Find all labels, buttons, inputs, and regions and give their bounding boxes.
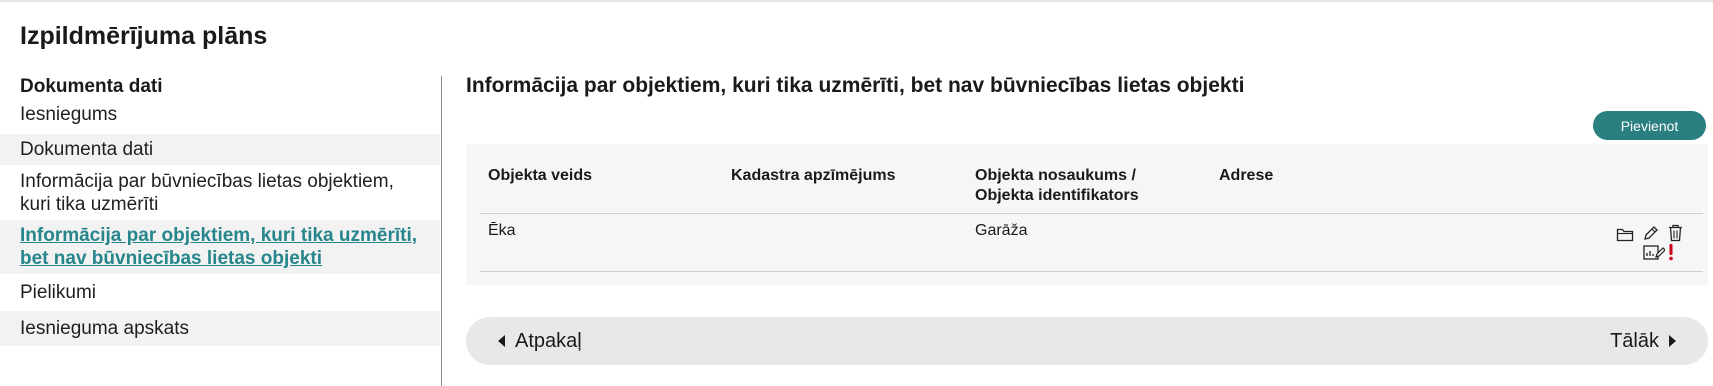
chevron-left-icon bbox=[498, 335, 505, 347]
section-title: Informācija par objektiem, kuri tika uzm… bbox=[466, 74, 1245, 97]
sidebar-item-citi-objekti[interactable]: Informācija par objektiem, kuri tika uzm… bbox=[0, 220, 440, 274]
row-divider bbox=[480, 213, 1703, 214]
sidebar-heading: Dokumenta dati bbox=[20, 76, 163, 97]
trash-icon[interactable] bbox=[1668, 224, 1683, 242]
column-header-kadastra-apzimejums: Kadastra apzīmējums bbox=[731, 167, 896, 184]
sidebar-item-dokumenta-dati[interactable]: Dokumenta dati bbox=[0, 134, 440, 165]
edit-pencil-icon[interactable] bbox=[1642, 225, 1658, 242]
page-title: Izpildmērījuma plāns bbox=[20, 22, 268, 50]
wizard-navigation: Atpakaļ Tālāk bbox=[466, 317, 1708, 365]
cell-objekta-veids: Ēka bbox=[488, 222, 516, 239]
table-header: Objekta veids Kadastra apzīmējums Objekt… bbox=[466, 144, 1708, 214]
sidebar-item-iesniegums[interactable]: Iesniegums bbox=[0, 99, 440, 130]
document-edit-icon[interactable] bbox=[1643, 244, 1665, 261]
objects-table: Objekta veids Kadastra apzīmējums Objekt… bbox=[466, 144, 1708, 285]
warning-exclamation-icon bbox=[1667, 243, 1675, 261]
sidebar-item-iesnieguma-apskats[interactable]: Iesnieguma apskats bbox=[0, 311, 440, 346]
sidebar-item-pielikumi[interactable]: Pielikumi bbox=[0, 274, 440, 311]
column-header-objekta-nosaukums: Objekta nosaukums / Objekta identifikato… bbox=[975, 167, 1139, 204]
back-button-label: Atpakaļ bbox=[515, 329, 582, 352]
add-button[interactable]: Pievienot bbox=[1593, 111, 1706, 140]
row-divider bbox=[480, 271, 1703, 272]
folder-icon[interactable] bbox=[1616, 226, 1635, 242]
column-header-adrese: Adrese bbox=[1219, 167, 1274, 184]
chevron-right-icon bbox=[1669, 335, 1676, 347]
vertical-divider bbox=[441, 76, 442, 386]
back-button[interactable]: Atpakaļ bbox=[498, 317, 582, 365]
next-button-label: Tālāk bbox=[1610, 329, 1659, 352]
sidebar: Dokumenta dati Iesniegums Dokumenta dati… bbox=[0, 74, 440, 346]
sidebar-item-buvniecibas-objekti[interactable]: Informācija par būvniecības lietas objek… bbox=[0, 165, 440, 220]
top-border bbox=[0, 0, 1713, 2]
cell-objekta-nosaukums: Garāža bbox=[975, 222, 1028, 239]
next-button[interactable]: Tālāk bbox=[1610, 317, 1676, 365]
column-header-objekta-veids: Objekta veids bbox=[488, 167, 593, 184]
